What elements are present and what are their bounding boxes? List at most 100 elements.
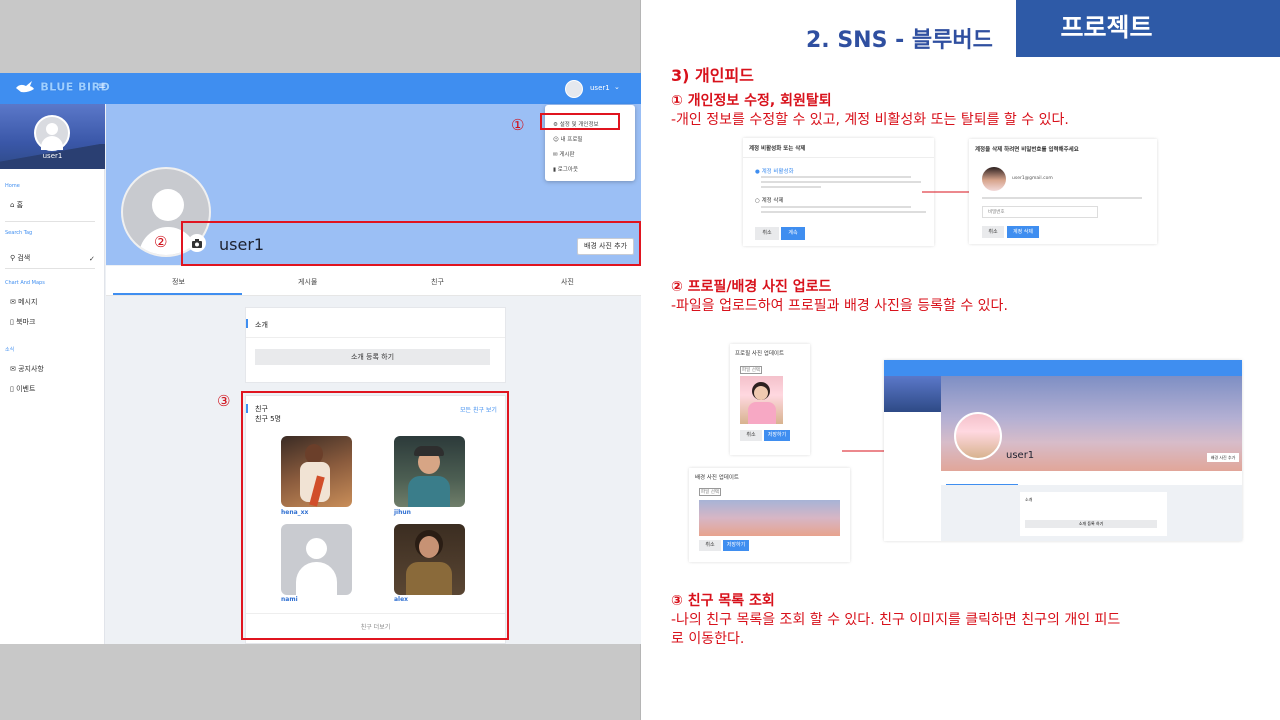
menu-item-label: 게시판 bbox=[559, 152, 575, 158]
divider bbox=[246, 337, 505, 338]
item3-title: ③ 친구 목록 조회 bbox=[671, 593, 775, 609]
chevron-down-icon[interactable]: ✓ bbox=[89, 255, 95, 263]
text-line bbox=[982, 197, 1142, 199]
delete-account-button[interactable]: 계정 삭제 bbox=[1007, 226, 1039, 238]
cancel-button[interactable]: 취소 bbox=[982, 226, 1004, 238]
continue-button[interactable]: 계속 bbox=[781, 227, 805, 240]
tab-photos[interactable]: 사진 bbox=[561, 277, 574, 287]
mini-bg-button: 배경 사진 추가 bbox=[1207, 453, 1239, 462]
profile-upload-screenshot: 프로필 사진 업데이트 파일 선택 취소 저장하기 bbox=[730, 344, 810, 455]
sidebar-item-label: 북마크 bbox=[16, 318, 36, 326]
text-line bbox=[761, 176, 911, 178]
sidebar-section-search: Search Tag bbox=[5, 230, 33, 236]
cancel-button[interactable]: 취소 bbox=[755, 227, 779, 240]
tab-active-indicator bbox=[113, 293, 242, 295]
annotation-box-2 bbox=[181, 221, 641, 266]
sidebar-item-bookmark[interactable]: ▯ 북마크 bbox=[10, 317, 35, 327]
password-field[interactable]: 비밀번호 bbox=[982, 206, 1098, 218]
radio-label: 계정 삭제 bbox=[761, 198, 784, 204]
sidebar: user1 Home ⌂ 홈 Search Tag ⚲ 검색 ✓ Chart A… bbox=[0, 104, 105, 644]
mini-tabs bbox=[941, 471, 1242, 485]
sidebar-item-event[interactable]: ▯ 이벤트 bbox=[10, 384, 35, 394]
password-placeholder: 비밀번호 bbox=[988, 210, 1005, 215]
sidebar-item-home[interactable]: ⌂ 홈 bbox=[10, 200, 23, 210]
top-navbar: BLUE BIRD ≡ user1 ⌄ bbox=[0, 73, 641, 104]
shot-title: 프로필 사진 업데이트 bbox=[735, 351, 785, 357]
divider bbox=[743, 157, 934, 158]
preview-image bbox=[699, 500, 840, 536]
item3-desc-line1: -나의 친구 목록을 조회 할 수 있다. 친구 이미지를 클릭하면 친구의 개… bbox=[671, 612, 1121, 628]
mail-icon: ✉ bbox=[10, 365, 19, 373]
sidebar-user-name: user1 bbox=[42, 152, 63, 160]
mini-sidebar-cover bbox=[884, 376, 941, 412]
sidebar-item-message[interactable]: ✉ 메시지 bbox=[10, 297, 37, 307]
mail-icon: ✉ bbox=[10, 298, 19, 306]
tab-info[interactable]: 정보 bbox=[172, 277, 185, 287]
mini-nickname: user1 bbox=[1006, 450, 1035, 461]
radio-label: 계정 비활성화 bbox=[761, 169, 794, 175]
item3-desc-line2: 로 이동한다. bbox=[671, 631, 745, 647]
divider bbox=[5, 268, 95, 269]
sidebar-item-label: 홈 bbox=[16, 201, 24, 209]
tab-friends[interactable]: 친구 bbox=[431, 277, 444, 287]
intro-title: 소개 bbox=[255, 321, 268, 329]
file-select-button[interactable]: 파일 선택 bbox=[699, 488, 721, 496]
file-select-button[interactable]: 파일 선택 bbox=[740, 366, 762, 374]
user-name[interactable]: user1 bbox=[590, 84, 610, 92]
deactivate-screenshot: 계정 비활성화 또는 삭제 ● 계정 비활성화 ○ 계정 삭제 취소 계속 bbox=[743, 138, 934, 246]
annotation-box-3 bbox=[241, 391, 509, 640]
tab-posts[interactable]: 게시물 bbox=[298, 277, 317, 287]
shot-title: 계정을 삭제 하려면 비밀번호를 입력해주세요 bbox=[975, 147, 1079, 153]
sidebar-avatar[interactable] bbox=[34, 115, 70, 151]
shot-title: 배경 사진 업데이트 bbox=[695, 475, 739, 481]
menu-item-profile[interactable]: ☺ 내 프로필 bbox=[553, 135, 582, 143]
avatar[interactable] bbox=[565, 80, 583, 98]
logo[interactable]: BLUE BIRD bbox=[14, 79, 110, 95]
mini-tab-indicator bbox=[946, 484, 1018, 485]
sidebar-item-notice[interactable]: ✉ 공지사항 bbox=[10, 364, 44, 374]
divider bbox=[5, 221, 95, 222]
mini-intro-card: 소개 소개 등록 하기 bbox=[1020, 492, 1167, 536]
text-line bbox=[761, 181, 921, 183]
text-line bbox=[761, 186, 821, 188]
preview-image bbox=[740, 376, 783, 424]
menu-item-logout[interactable]: ▮ 로그아웃 bbox=[553, 165, 578, 173]
email-text: user1@gmail.com bbox=[1012, 176, 1053, 181]
item1-desc: -개인 정보를 수정할 수 있고, 계정 비활성화 또는 탈퇴를 할 수 있다. bbox=[671, 112, 1069, 128]
profile-tabs: 정보 게시물 친구 사진 bbox=[106, 266, 641, 296]
intro-card: 소개 소개 등록 하기 bbox=[245, 307, 506, 383]
avatar-placeholder-head bbox=[152, 189, 184, 221]
card-accent bbox=[246, 319, 248, 328]
sidebar-section-news: 소식 bbox=[5, 347, 15, 353]
annotation-marker-3: ③ bbox=[217, 392, 231, 410]
cancel-button[interactable]: 취소 bbox=[699, 540, 721, 551]
header-badge: 프로젝트 bbox=[1060, 13, 1153, 42]
text-line bbox=[761, 206, 911, 208]
radio-delete[interactable]: ○ 계정 삭제 bbox=[755, 196, 784, 204]
mini-profile-avatar bbox=[954, 412, 1002, 460]
text-line bbox=[761, 211, 926, 213]
sidebar-item-label: 검색 bbox=[17, 254, 31, 262]
menu-item-board[interactable]: ✉ 게시판 bbox=[553, 150, 575, 158]
delete-screenshot: 계정을 삭제 하려면 비밀번호를 입력해주세요 user1@gmail.com … bbox=[969, 139, 1157, 244]
chevron-down-icon[interactable]: ⌄ bbox=[614, 83, 620, 91]
sidebar-section-home: Home bbox=[5, 183, 20, 189]
menu-icon[interactable]: ≡ bbox=[98, 81, 106, 92]
item1-title: ① 개인정보 수정, 회원탈퇴 bbox=[671, 93, 832, 109]
mini-intro-button: 소개 등록 하기 bbox=[1025, 520, 1157, 528]
updated-feed-screenshot: user1 배경 사진 추가 소개 소개 등록 하기 bbox=[884, 360, 1242, 541]
home-icon: ⌂ bbox=[10, 201, 17, 209]
cancel-button[interactable]: 취소 bbox=[740, 430, 762, 441]
radio-deactivate[interactable]: ● 계정 비활성화 bbox=[755, 167, 794, 175]
sidebar-section-chart: Chart And Maps bbox=[5, 280, 45, 286]
shot-title: 계정 비활성화 또는 삭제 bbox=[749, 146, 806, 152]
bird-icon bbox=[16, 81, 34, 93]
save-button[interactable]: 저장하기 bbox=[764, 430, 790, 441]
add-intro-button[interactable]: 소개 등록 하기 bbox=[255, 349, 490, 365]
item2-title: ② 프로필/배경 사진 업로드 bbox=[671, 279, 832, 295]
sidebar-item-label: 메시지 bbox=[18, 298, 38, 306]
item2-desc: -파일을 업로드하여 프로필과 배경 사진을 등록할 수 있다. bbox=[671, 298, 1008, 314]
sidebar-item-search[interactable]: ⚲ 검색 bbox=[10, 253, 30, 263]
save-button[interactable]: 저장하기 bbox=[723, 540, 749, 551]
section-title: 3) 개인피드 bbox=[671, 66, 754, 85]
